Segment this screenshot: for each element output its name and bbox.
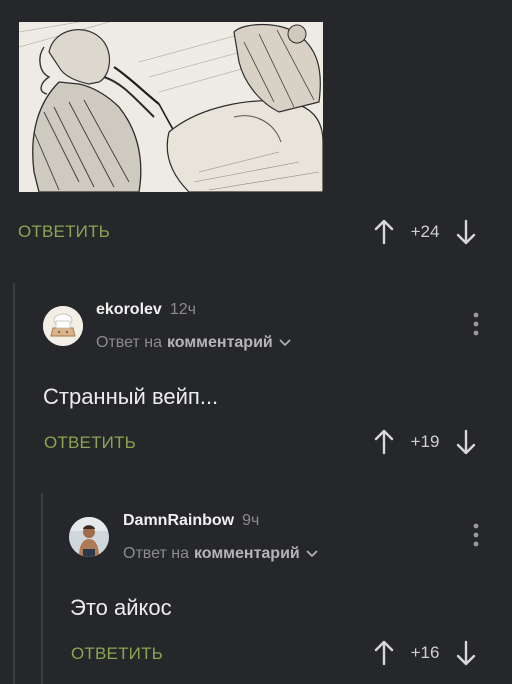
upvote-arrow-icon[interactable]	[373, 640, 395, 666]
reply-prefix: Ответ на	[123, 545, 189, 562]
avatar[interactable]	[69, 517, 109, 557]
reply-button[interactable]: ОТВЕТИТЬ	[44, 433, 136, 453]
chevron-down-icon	[306, 550, 318, 558]
comment-text: Это айкос	[70, 595, 172, 620]
comment-score: +19	[410, 432, 440, 451]
comment-header: ekorolev 12ч	[96, 301, 196, 319]
reply-to-link[interactable]: Ответ на комментарий	[123, 545, 318, 563]
reply-button-top[interactable]: ОТВЕТИТЬ	[18, 222, 110, 242]
comment-time: 9ч	[242, 512, 260, 529]
comment-text: Странный вейп...	[43, 384, 219, 409]
vote-controls: +16	[373, 640, 477, 666]
thread-line-level-2	[41, 493, 43, 684]
reply-target: комментарий	[193, 545, 300, 562]
engraving-illustration	[19, 22, 323, 192]
comment-image[interactable]	[19, 22, 323, 192]
chevron-down-icon	[279, 339, 291, 347]
reply-button[interactable]: ОТВЕТИТЬ	[71, 644, 163, 664]
username[interactable]: DamnRainbow	[123, 512, 234, 530]
upvote-arrow-icon[interactable]	[373, 219, 395, 245]
comment-score: +24	[410, 222, 440, 241]
more-options-icon[interactable]	[473, 523, 479, 547]
reply-to-link[interactable]: Ответ на комментарий	[96, 334, 291, 352]
upvote-arrow-icon[interactable]	[373, 429, 395, 455]
vote-controls: +19	[373, 429, 477, 455]
downvote-arrow-icon[interactable]	[455, 429, 477, 455]
downvote-arrow-icon[interactable]	[455, 640, 477, 666]
chef-avatar-icon	[43, 306, 83, 346]
avatar[interactable]	[43, 306, 83, 346]
username[interactable]: ekorolev	[96, 301, 162, 319]
comment-time: 12ч	[169, 301, 196, 318]
comment-header: DamnRainbow 9ч	[123, 512, 259, 530]
user-photo-avatar-icon	[69, 517, 109, 557]
more-options-icon[interactable]	[473, 312, 479, 336]
reply-prefix: Ответ на	[96, 334, 162, 351]
downvote-arrow-icon[interactable]	[455, 219, 477, 245]
thread-line-level-1	[13, 283, 15, 684]
comment-score: +16	[410, 643, 440, 662]
vote-controls-top: +24	[373, 219, 477, 245]
reply-target: комментарий	[166, 334, 273, 351]
